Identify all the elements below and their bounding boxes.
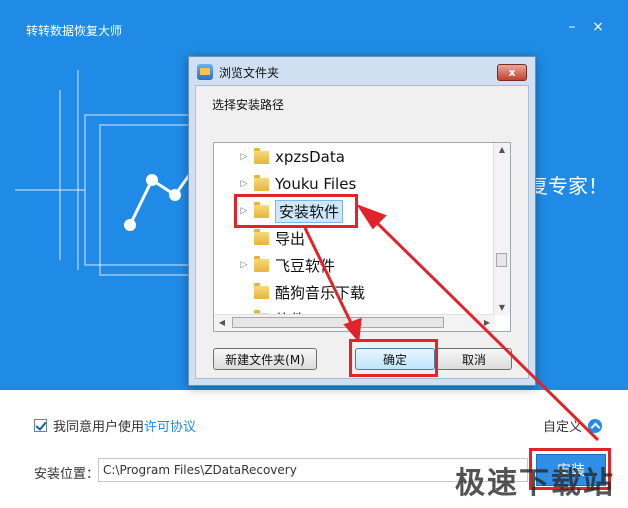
license-link[interactable]: 许可协议 [144, 416, 196, 435]
folder-icon [254, 282, 269, 299]
folder-icon [254, 201, 269, 218]
tree-item[interactable]: 导出 [238, 226, 305, 250]
tree-item-label: 酷狗音乐下载 [275, 283, 366, 302]
folder-tree[interactable]: ▷xpzsData▷Youku Files▷安装软件导出▷飞豆软件酷狗音乐下载软… [213, 142, 511, 332]
watermark: 极速下载站 [455, 466, 615, 501]
scroll-left-arrow-icon[interactable]: ◀ [214, 315, 230, 331]
minimize-button[interactable]: – [563, 18, 581, 36]
scroll-down-arrow-icon[interactable]: ▼ [494, 301, 510, 315]
folder-browser-icon [197, 64, 213, 80]
folder-icon [254, 228, 269, 245]
expand-arrow-icon[interactable]: ▷ [238, 179, 250, 189]
tree-item-label: Youku Files [275, 175, 357, 193]
install-path-label: 安装位置： [34, 467, 100, 482]
tree-item[interactable]: ▷ Youku Files [238, 172, 356, 196]
tree-item-label: 安装软件 [275, 199, 344, 223]
ok-button[interactable]: 确定 [355, 348, 435, 370]
cancel-button[interactable]: 取消 [436, 348, 512, 370]
expand-arrow-icon[interactable]: ▷ [238, 206, 250, 216]
dialog-close-button[interactable]: x [497, 64, 527, 81]
custom-options-toggle[interactable]: 自定义 [543, 416, 603, 435]
tree-item-label: 导出 [275, 229, 306, 248]
tree-horizontal-scrollbar[interactable]: ◀ ▶ [214, 314, 495, 331]
new-folder-button[interactable]: 新建文件夹(M) [213, 348, 317, 370]
scroll-up-arrow-icon[interactable]: ▲ [494, 143, 510, 157]
expand-arrow-icon[interactable]: ▷ [238, 152, 250, 162]
tree-vertical-scrollbar[interactable]: ▲ ▼ [493, 143, 510, 315]
hero-slogan: 复专家！ [528, 174, 608, 198]
tree-item[interactable]: ▷ xpzsData [238, 145, 345, 169]
tree-item[interactable]: 酷狗音乐下载 [238, 280, 365, 304]
h-scroll-thumb[interactable] [232, 317, 444, 328]
folder-icon [254, 147, 269, 164]
expand-arrow-icon[interactable]: ▷ [238, 260, 250, 270]
scroll-thumb[interactable] [496, 253, 507, 267]
dialog-body: 选择安装路径 ▷ xpzsData ▷ Youku Files ▷ 安装软件导出 ▷ 飞豆软件… [195, 85, 529, 379]
custom-label: 自定义 [543, 420, 583, 435]
app-title: 转转数据恢复大师 [26, 24, 123, 38]
folder-icon [254, 174, 269, 191]
folder-icon [254, 255, 269, 272]
tree-item-label: 飞豆软件 [275, 256, 336, 275]
tree-item-label: xpzsData [275, 148, 345, 166]
tree-item[interactable]: ▷ 飞豆软件 [238, 253, 335, 277]
agree-checkbox[interactable] [34, 419, 47, 432]
dialog-title: 浏览文件夹 [219, 65, 280, 80]
browse-folder-dialog: 浏览文件夹 x 选择安装路径 ▷ xpzsData ▷ Youku Files ▷ 安装软… [188, 56, 536, 386]
agreement-row: 我同意用户使用 许可协议 [34, 416, 196, 435]
scroll-right-arrow-icon[interactable]: ▶ [479, 315, 495, 331]
close-button[interactable]: × [589, 18, 607, 36]
installer-window: 转转数据恢复大师 – × 复专家！ 我同意用户使用 许可协议 自定义 安装位置：… [0, 0, 628, 508]
dialog-titlebar[interactable]: 浏览文件夹 x [189, 57, 535, 87]
tree-item[interactable]: ▷ 安装软件 [238, 199, 344, 223]
agreement-text: 我同意用户使用 [53, 420, 145, 435]
chevron-up-icon [588, 418, 603, 433]
dialog-prompt: 选择安装路径 [212, 98, 285, 112]
